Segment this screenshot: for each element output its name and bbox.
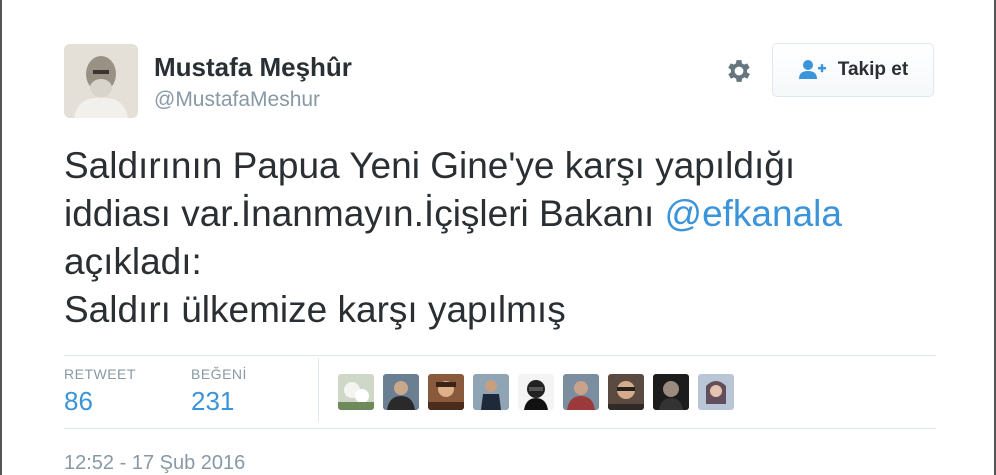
liker-avatar[interactable] <box>383 374 419 410</box>
mention-link[interactable]: @efkanala <box>665 193 842 234</box>
likes-stat[interactable]: BEĞENİ 231 <box>191 366 247 417</box>
follow-button-label: Takip et <box>837 59 909 80</box>
liker-avatar[interactable] <box>473 374 509 410</box>
likes-label: BEĞENİ <box>191 366 247 382</box>
likes-count[interactable]: 231 <box>191 386 247 417</box>
liker-avatar[interactable] <box>608 374 644 410</box>
stats-divider-bottom <box>64 428 936 429</box>
follow-button[interactable]: Takip et <box>772 43 934 97</box>
tweet-text: Saldırının Papua Yeni Gine'ye karşı yapı… <box>64 142 944 334</box>
tweet-text-line-2: iddiası var.İnanmayın.İçişleri Bakanı @e… <box>64 190 944 238</box>
tweet-text-line-1: Saldırının Papua Yeni Gine'ye karşı yapı… <box>64 145 796 186</box>
retweet-count[interactable]: 86 <box>64 386 136 417</box>
author-name[interactable]: Mustafa Meşhûr <box>154 52 352 83</box>
author-handle[interactable]: @MustafaMeshur <box>154 88 320 112</box>
gear-icon[interactable] <box>724 56 754 86</box>
retweet-stat[interactable]: RETWEET 86 <box>64 366 136 417</box>
tweet-card: Mustafa Meşhûr @MustafaMeshur Takip et S… <box>0 0 996 475</box>
liker-avatar[interactable] <box>428 374 464 410</box>
tweet-text-line-4: Saldırı ülkemize karşı yapılmış <box>64 289 566 330</box>
liker-avatar[interactable] <box>518 374 554 410</box>
liker-avatar[interactable] <box>563 374 599 410</box>
likers-avatars <box>338 374 734 410</box>
tweet-text-line-3: açıkladı: <box>64 241 202 282</box>
window-edge-left <box>0 0 2 475</box>
tweet-text-line-2-body: iddiası var.İnanmayın.İçişleri Bakanı <box>64 193 665 234</box>
retweet-label: RETWEET <box>64 366 136 382</box>
stats-divider-top <box>64 355 936 356</box>
liker-avatar[interactable] <box>698 374 734 410</box>
tweet-timestamp[interactable]: 12:52 - 17 Şub 2016 <box>64 452 245 475</box>
author-avatar[interactable] <box>64 44 138 118</box>
liker-avatar[interactable] <box>653 374 689 410</box>
liker-avatar[interactable] <box>338 374 374 410</box>
stats-separator <box>318 358 319 422</box>
add-user-icon <box>798 59 828 81</box>
